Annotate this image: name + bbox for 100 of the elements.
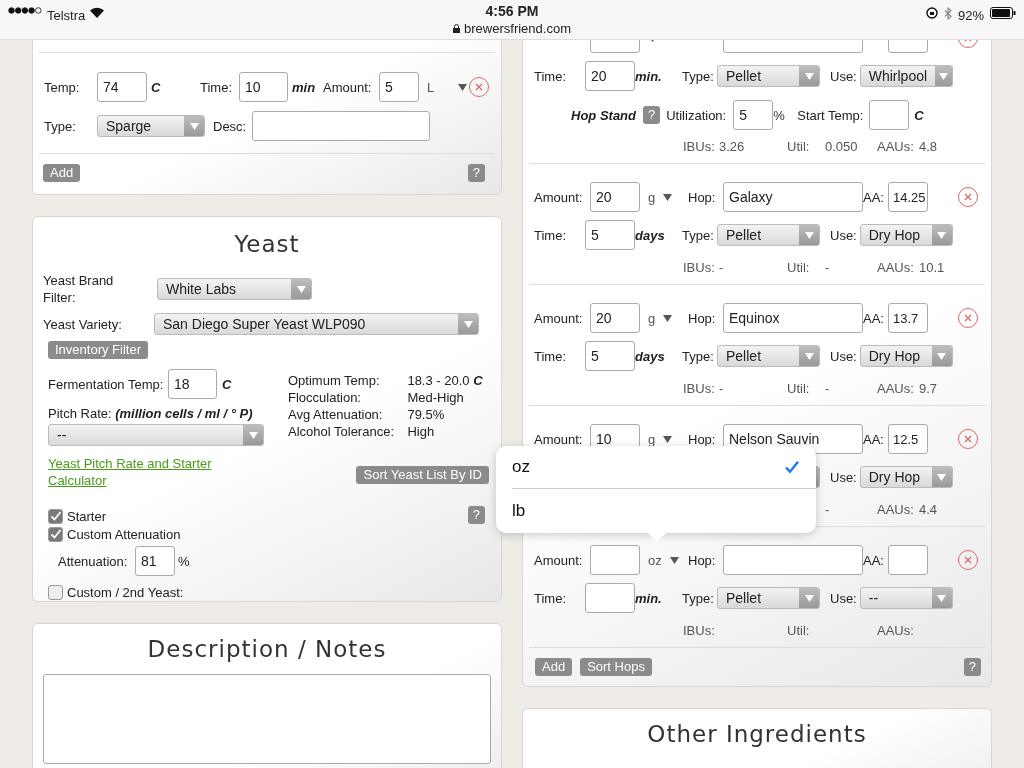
hop-label: Hop:: [688, 189, 717, 205]
attenuation-field[interactable]: 81: [135, 546, 175, 576]
caret-icon: [937, 473, 947, 481]
type-select[interactable]: Pellet: [717, 345, 820, 367]
menu-option[interactable]: oz: [512, 446, 816, 489]
time-field[interactable]: 5: [585, 341, 635, 371]
amount-field[interactable]: 20: [590, 182, 640, 212]
util-label: Util:: [787, 380, 811, 396]
amount-field[interactable]: 5: [379, 72, 419, 102]
caret-icon: [663, 314, 673, 322]
page-url: brewersfriend.com: [464, 20, 571, 37]
caret-icon: [937, 594, 947, 602]
temp-unit: C: [914, 107, 925, 123]
brand-label: Yeast Brand Filter:: [43, 272, 115, 306]
caret-icon: [663, 193, 673, 201]
section-title: Description / Notes: [146, 635, 388, 662]
hop-field[interactable]: Galaxy: [723, 182, 863, 212]
ibus-label: IBUs:: [683, 138, 716, 154]
notes-field[interactable]: [43, 674, 491, 764]
pitch-rate-label: Pitch Rate: (million cells / ml / ° P): [48, 405, 254, 422]
use-select[interactable]: --: [859, 587, 953, 609]
hop-label: Hop:: [688, 310, 717, 326]
close-icon: [964, 314, 972, 322]
use-select[interactable]: Dry Hop: [859, 345, 953, 367]
use-select[interactable]: Dry Hop: [859, 224, 953, 246]
time-field[interactable]: [585, 583, 635, 613]
time-unit: days: [635, 348, 666, 364]
time-unit: min.: [635, 590, 663, 606]
bluetooth-icon: [943, 7, 952, 20]
aa-field[interactable]: 14.25: [888, 182, 928, 212]
caret-icon: [938, 72, 948, 80]
fermentation-temp-field[interactable]: 18: [168, 369, 217, 399]
pitch-rate-select[interactable]: --: [48, 424, 264, 446]
type-select[interactable]: Pellet: [717, 65, 820, 87]
checkbox[interactable]: Custom / 2nd Yeast:: [48, 583, 288, 601]
type-label: Type:: [682, 227, 715, 243]
remove-button[interactable]: [958, 429, 978, 449]
desc-label: Desc:: [213, 118, 248, 134]
start-temp-field[interactable]: [869, 100, 910, 130]
amount-label: Amount:: [534, 431, 584, 447]
time-field[interactable]: 20: [585, 61, 635, 91]
caret-icon: [458, 83, 468, 91]
unit-select[interactable]: L: [419, 79, 469, 95]
rotation-lock-icon: [925, 7, 938, 19]
checkbox[interactable]: Starter: [48, 507, 288, 525]
ibus-value: -: [719, 380, 725, 396]
menu-option[interactable]: lb: [512, 489, 816, 532]
time-unit: min: [292, 79, 317, 95]
aa-field[interactable]: 12.5: [888, 424, 928, 454]
hop-field[interactable]: [723, 545, 863, 575]
time-label: Time:: [534, 68, 568, 84]
percent-unit: %: [773, 107, 786, 123]
aaus-value: 4.4: [919, 501, 939, 517]
time-field[interactable]: 10: [239, 72, 288, 102]
type-select[interactable]: Sparge: [97, 115, 205, 137]
ibus-label: IBUs:: [683, 259, 716, 275]
battery-icon: [990, 7, 1016, 19]
attenuation-label: Attenuation:: [58, 553, 129, 569]
utilization-field[interactable]: 5: [733, 100, 774, 130]
type-select[interactable]: Pellet: [717, 224, 820, 246]
aa-field[interactable]: 13.7: [888, 303, 928, 333]
battery-percent: 92%: [957, 7, 984, 24]
use-select[interactable]: Dry Hop: [859, 466, 953, 488]
desc-field[interactable]: [252, 111, 430, 141]
check-icon: [49, 528, 62, 540]
stat-value: 79.5%: [407, 406, 446, 423]
unit-select[interactable]: g: [640, 310, 688, 326]
util-label: Util:: [787, 622, 811, 638]
util-label: Util:: [787, 138, 811, 154]
time-field[interactable]: 5: [585, 220, 635, 250]
check-icon: [784, 459, 800, 475]
util-label: Util:: [787, 259, 811, 275]
temp-field[interactable]: 74: [97, 72, 147, 102]
start-temp-label: Start Temp:: [797, 107, 865, 123]
checkbox[interactable]: Custom Attenuation: [48, 525, 288, 543]
hop-label: Hop:: [688, 552, 717, 568]
caret-icon: [804, 352, 814, 360]
fermentation-temp-label: Fermentation Temp:: [48, 376, 165, 392]
unit-select[interactable]: oz: [640, 552, 688, 568]
hop-field[interactable]: Equinox: [723, 303, 863, 333]
amount-field[interactable]: 20: [590, 303, 640, 333]
aa-label: AA:: [863, 552, 885, 568]
aa-label: AA:: [863, 431, 885, 447]
close-icon: [964, 193, 972, 201]
unit-select[interactable]: g: [640, 189, 688, 205]
caret-icon: [248, 431, 258, 439]
calculator-link[interactable]: Yeast Pitch Rate and Starter Calculator: [48, 455, 223, 489]
variety-select[interactable]: San Diego Super Yeast WLP090: [154, 313, 479, 335]
close-icon: [964, 435, 972, 443]
util-value: -: [825, 380, 831, 396]
type-select[interactable]: Pellet: [717, 587, 820, 609]
amount-field[interactable]: [590, 545, 640, 575]
brand-select[interactable]: White Labs: [157, 278, 312, 300]
aaus-label: AAUs:: [877, 622, 915, 638]
use-label: Use:: [830, 68, 858, 84]
use-select[interactable]: Whirlpool: [859, 65, 953, 87]
util-value: -: [825, 259, 831, 275]
aa-field[interactable]: [888, 545, 928, 575]
hop-stand-label: Hop Stand: [571, 107, 637, 123]
wifi-icon: [90, 7, 105, 18]
